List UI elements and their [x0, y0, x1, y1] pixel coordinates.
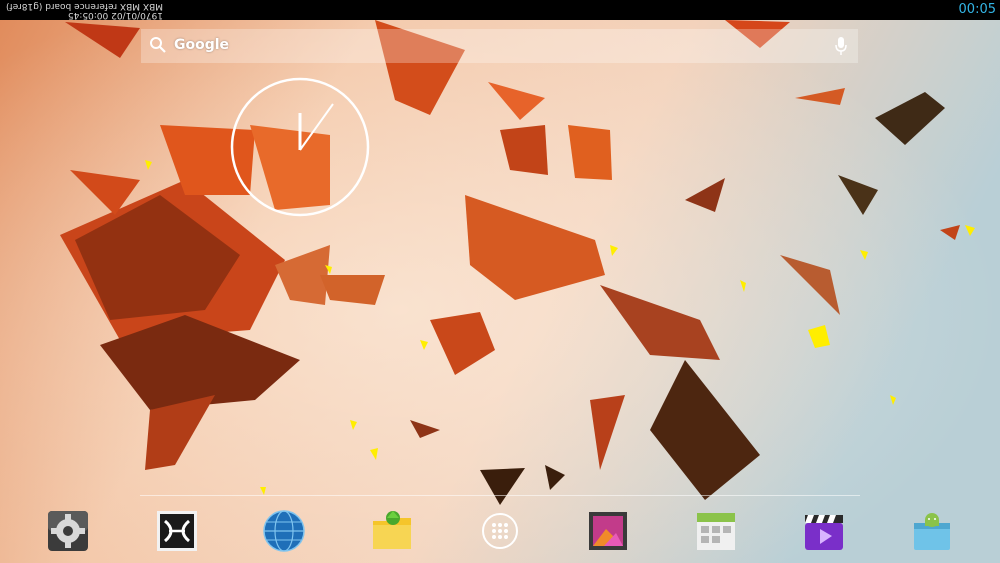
- settings-icon[interactable]: [46, 509, 90, 553]
- search-icon: [150, 37, 166, 53]
- device-info: 1970/01/02 00:05:45 MBX MBX reference bo…: [6, 1, 164, 20]
- google-search-bar[interactable]: Google: [141, 29, 858, 63]
- microphone-icon[interactable]: [834, 36, 848, 56]
- status-bar: 1970/01/02 00:05:45 MBX MBX reference bo…: [0, 0, 1000, 20]
- calendar-icon[interactable]: [694, 509, 738, 553]
- device-name: MBX MBX reference board (g18ref): [6, 1, 164, 11]
- app-installer-icon[interactable]: [910, 509, 954, 553]
- browser-globe-icon[interactable]: [262, 509, 306, 553]
- all-apps-icon[interactable]: [478, 509, 522, 553]
- file-manager-icon[interactable]: [370, 509, 414, 553]
- app-dock: [0, 503, 1000, 563]
- device-datetime: 1970/01/02 00:05:45: [67, 10, 164, 20]
- wallpaper: [0, 0, 1000, 563]
- clock-minute-hand: [299, 103, 334, 151]
- analog-clock-widget[interactable]: [229, 76, 371, 218]
- gallery-icon[interactable]: [586, 509, 630, 553]
- search-label: Google: [174, 37, 230, 53]
- status-clock[interactable]: 00:05: [959, 2, 996, 18]
- shard: [568, 125, 612, 180]
- xbmc-icon[interactable]: [155, 509, 199, 553]
- video-player-icon[interactable]: [802, 509, 846, 553]
- dock-divider: [140, 495, 860, 496]
